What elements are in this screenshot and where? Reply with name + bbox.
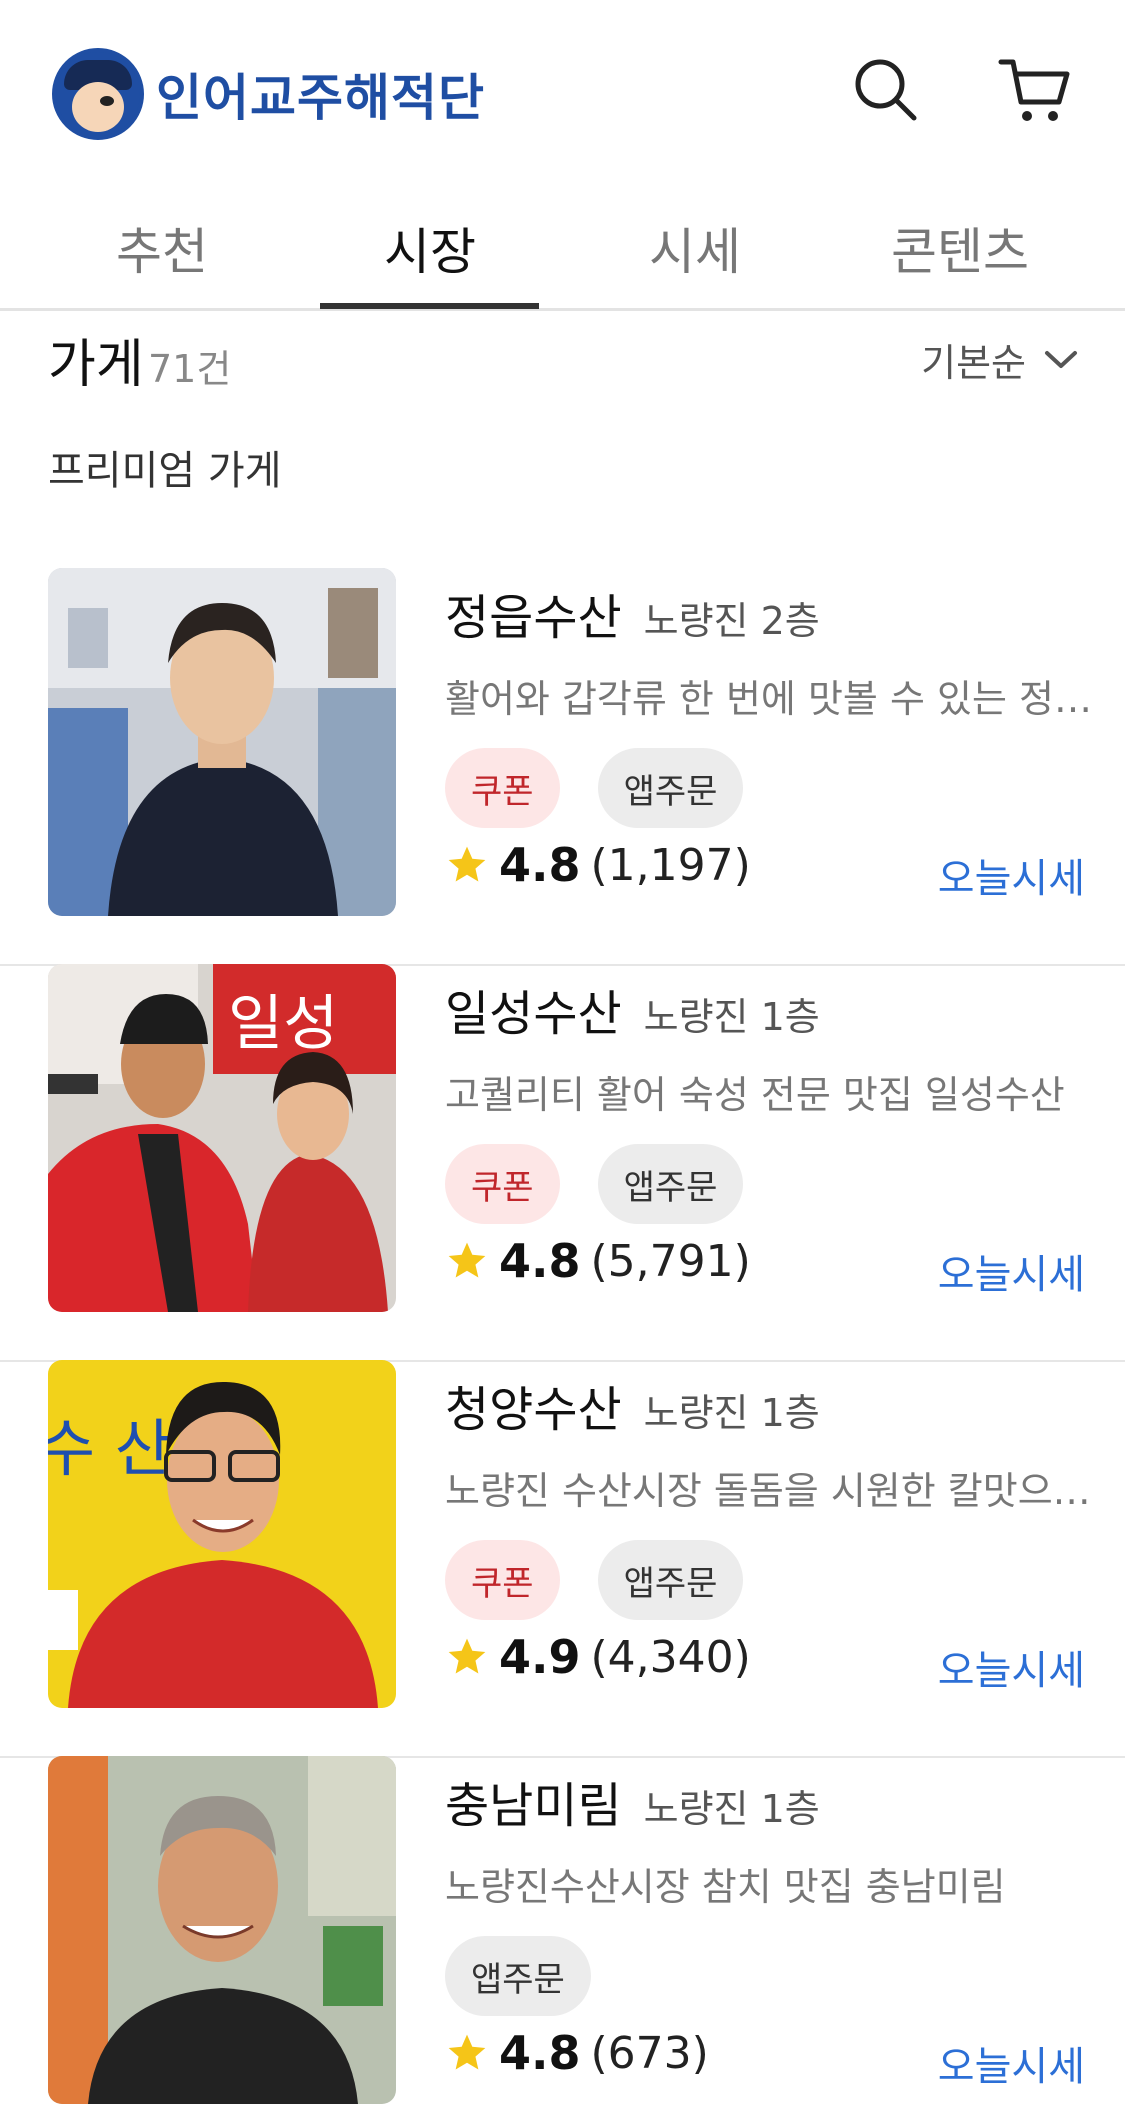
review-count: (4,340) (590, 1631, 751, 1683)
logo-mascot-icon (52, 48, 144, 140)
today-price-link[interactable]: 오늘시세 (938, 1638, 1085, 1696)
store-description: 고퀄리티 활어 숙성 전문 맛집 일성수산 (445, 1073, 1065, 1117)
tab-contents[interactable]: 콘텐츠 (850, 185, 1070, 311)
today-price-link[interactable]: 오늘시세 (938, 2034, 1085, 2092)
today-price-link[interactable]: 오늘시세 (938, 846, 1085, 904)
store-name[interactable]: 충남미림 (445, 1766, 622, 1836)
store-card[interactable]: 일성 일성수산 노량진 1층 고퀄리티 활어 숙성 전문 맛집 일성수산 쿠폰 … (0, 964, 1125, 1362)
search-button[interactable] (848, 52, 924, 128)
star-icon (448, 1638, 486, 1674)
review-count: (1,197) (590, 839, 751, 891)
sort-dropdown[interactable]: 기본순 (921, 332, 1078, 387)
cart-icon (998, 59, 1070, 121)
store-description: 노량진 수산시장 돌돔을 시원한 칼맛으… (445, 1469, 1091, 1513)
sort-label: 기본순 (921, 341, 1026, 385)
app-header: 인어교주해적단 (0, 0, 1125, 185)
rating-score: 4.9 (499, 1630, 581, 1684)
sign-text: 일성 (228, 989, 338, 1059)
rating: 4.9 (4,340) (445, 1630, 751, 1684)
app-order-badge: 앱주문 (597, 1540, 744, 1620)
rating-score: 4.8 (499, 1234, 581, 1288)
active-tab-indicator (320, 303, 539, 309)
list-title: 가게 (48, 335, 144, 395)
store-description: 활어와 갑각류 한 번에 맛볼 수 있는 정… (445, 677, 1092, 721)
store-list-header: 가게 71건 기본순 (48, 322, 1078, 395)
store-name[interactable]: 일성수산 (445, 974, 622, 1044)
cart-button[interactable] (997, 52, 1073, 128)
app-order-badge: 앱주문 (597, 748, 744, 828)
rating: 4.8 (5,791) (445, 1234, 751, 1288)
app-order-badge: 앱주문 (597, 1144, 744, 1224)
star-icon (448, 846, 486, 882)
sign-text: 수 산 (48, 1412, 172, 1485)
coupon-badge: 쿠폰 (445, 748, 560, 828)
store-card[interactable]: 충남미림 노량진 1층 노량진수산시장 참치 맛집 충남미림 앱주문 4.8 (… (0, 1756, 1125, 2107)
store-floor: 노량진 2층 (643, 599, 820, 643)
coupon-badge: 쿠폰 (445, 1540, 560, 1620)
store-name[interactable]: 청양수산 (445, 1370, 622, 1440)
coupon-badge: 쿠폰 (445, 1144, 560, 1224)
review-count: (673) (590, 2027, 709, 2079)
tab-prices[interactable]: 시세 (585, 185, 805, 311)
app-order-badge: 앱주문 (445, 1936, 591, 2016)
store-photo[interactable] (48, 568, 396, 916)
logo[interactable]: 인어교주해적단 (52, 48, 485, 140)
store-floor: 노량진 1층 (643, 995, 820, 1039)
rating-score: 4.8 (499, 838, 581, 892)
review-count: (5,791) (590, 1235, 751, 1287)
rating-score: 4.8 (499, 2026, 581, 2080)
store-photo[interactable] (48, 1756, 396, 2104)
rating: 4.8 (1,197) (445, 838, 751, 892)
main-tabs: 추천 시장 시세 콘텐츠 (0, 185, 1125, 311)
store-description: 노량진수산시장 참치 맛집 충남미림 (445, 1865, 1006, 1909)
store-floor: 노량진 1층 (643, 1391, 820, 1435)
today-price-link[interactable]: 오늘시세 (938, 1242, 1085, 1300)
rating: 4.8 (673) (445, 2026, 709, 2080)
store-card[interactable]: 정읍수산 노량진 2층 활어와 갑각류 한 번에 맛볼 수 있는 정… 쿠폰 앱… (0, 568, 1125, 966)
star-icon (448, 1242, 486, 1278)
tab-recommend[interactable]: 추천 (52, 185, 272, 311)
search-icon (855, 59, 917, 121)
store-card[interactable]: 수 산 청양수산 노량진 1층 노량진 수산시장 돌돔을 시원한 칼맛으… 쿠폰… (0, 1360, 1125, 1758)
chevron-down-icon (1045, 350, 1077, 368)
logo-text: 인어교주해적단 (156, 69, 485, 127)
store-floor: 노량진 1층 (643, 1787, 820, 1831)
section-label: 프리미엄 가게 (48, 448, 282, 494)
store-name[interactable]: 정읍수산 (445, 578, 622, 648)
store-count: 71건 (148, 347, 232, 391)
store-photo[interactable]: 수 산 (48, 1360, 396, 1708)
tab-market[interactable]: 시장 (320, 185, 540, 311)
store-photo[interactable]: 일성 (48, 964, 396, 1312)
star-icon (448, 2034, 486, 2070)
